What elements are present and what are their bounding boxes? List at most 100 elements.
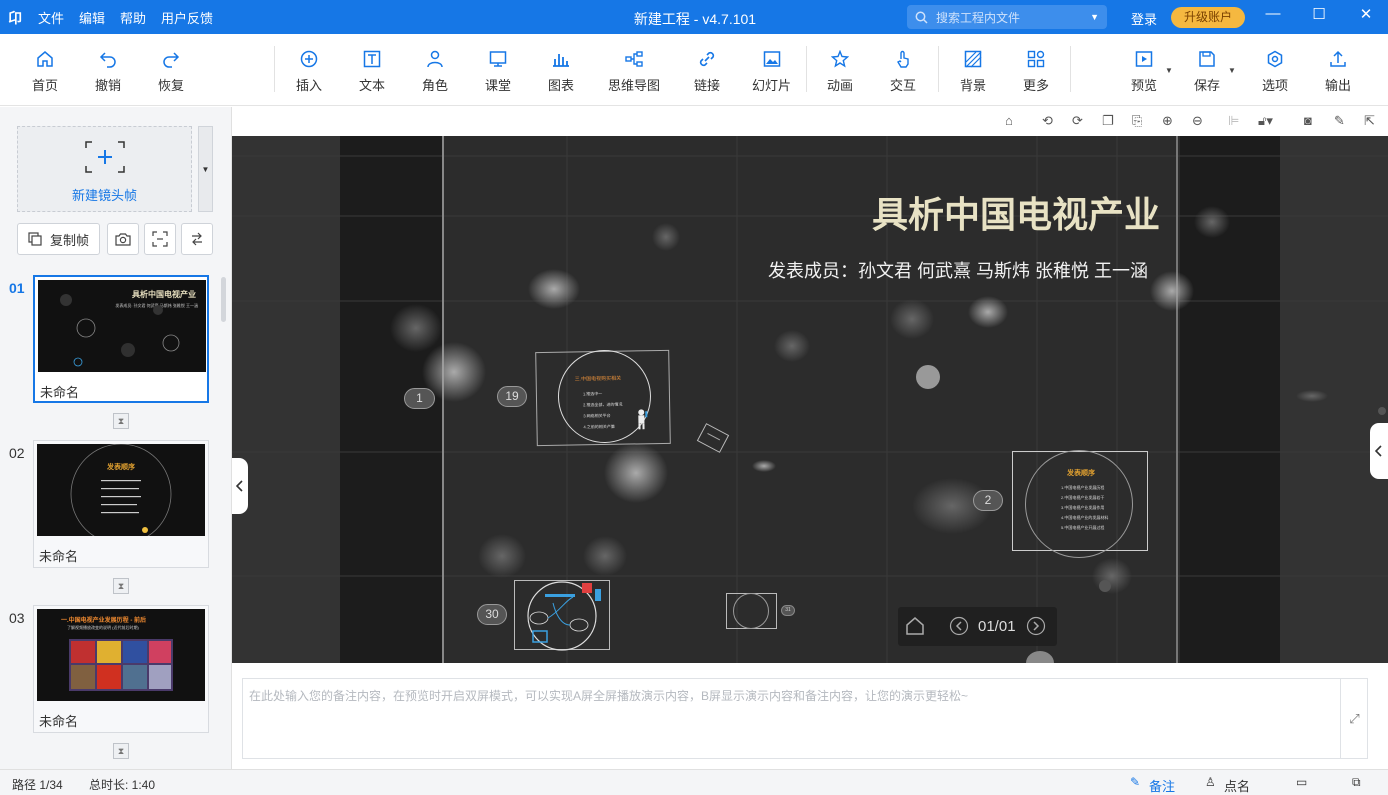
link-button[interactable]: 链接 xyxy=(694,48,720,98)
frame-card[interactable]: 发表顺序 未命名 xyxy=(33,440,209,568)
login-link[interactable]: 登录 xyxy=(1131,9,1157,28)
new-frame-dropdown-icon[interactable]: ▼ xyxy=(198,126,213,212)
title-bar: 卬 文件 编辑 帮助 用户反馈 新建工程 - v4.7.101 搜索工程内文件 … xyxy=(0,0,1388,34)
frame-link-icon[interactable]: ⧗ xyxy=(113,578,129,594)
search-box[interactable]: 搜索工程内文件 ▼ xyxy=(907,5,1107,29)
lock-icon[interactable]: 🔓︎▾ xyxy=(1258,113,1273,129)
screen-icon[interactable]: ▭ xyxy=(1296,775,1307,789)
frame-card-selected[interactable]: 具析中国电视产业 发表成员: 孙文君 何武熹 马斯炜 张稚悦 王一涵 未命名 xyxy=(33,275,209,403)
mindmap-label: 思维导图 xyxy=(608,78,661,93)
notes-input[interactable]: 在此处输入您的备注内容，在预览时开启双屏模式，可以实现A屏全屏播放演示内容，B屏… xyxy=(242,678,1368,759)
menu-help[interactable]: 帮助 xyxy=(120,8,146,27)
slides-button[interactable]: 幻灯片 xyxy=(752,48,791,98)
expand-notes-icon[interactable]: ⤢ xyxy=(1340,678,1368,759)
menu-edit[interactable]: 编辑 xyxy=(79,8,105,27)
app-logo: 卬 xyxy=(8,10,22,26)
path-badge[interactable]: 2 xyxy=(973,490,1003,511)
search-input[interactable]: 搜索工程内文件 xyxy=(936,9,1090,26)
rotate-right-icon[interactable]: ⟳ xyxy=(1072,113,1083,129)
undo-button[interactable]: 撤销 xyxy=(95,48,121,98)
path-badge[interactable]: 1 xyxy=(404,388,435,409)
paste-icon[interactable]: ⎘ xyxy=(1132,113,1142,129)
edit-frame-icon[interactable]: ✎ xyxy=(1334,113,1345,129)
transition-button[interactable] xyxy=(181,223,213,255)
preview-dropdown-icon[interactable]: ▼ xyxy=(1165,66,1173,75)
frame-link-icon[interactable]: ⧗ xyxy=(113,743,129,759)
redo-button[interactable]: 恢复 xyxy=(158,48,184,98)
insert-button[interactable]: 插入 xyxy=(296,48,322,98)
fit-frame-button[interactable] xyxy=(144,223,176,255)
roll-call-icon[interactable]: ♙ xyxy=(1205,775,1216,789)
zoom-in-icon[interactable]: ⊕ xyxy=(1162,113,1173,129)
close-icon[interactable]: ✕ xyxy=(1354,5,1378,23)
frame-name: 未命名 xyxy=(39,549,79,564)
mindmap-button[interactable]: 思维导图 xyxy=(608,48,660,98)
thumb-shapes xyxy=(60,294,180,367)
save-dropdown-icon[interactable]: ▼ xyxy=(1228,66,1236,75)
upgrade-button[interactable]: 升级账户 xyxy=(1171,7,1245,28)
canvas-title[interactable]: 具析中国电视产业 xyxy=(832,186,1160,238)
search-dropdown-icon[interactable]: ▼ xyxy=(1090,12,1099,22)
canvas-frame[interactable] xyxy=(726,593,777,629)
canvas-members[interactable]: 发表成员：孙文君 何武熹 马斯炜 张稚悦 王一涵 xyxy=(712,257,1148,283)
expand-right-panel-button[interactable] xyxy=(1370,423,1388,479)
frame-thumbnail: 发表顺序 xyxy=(37,444,205,536)
frame-title: 发表顺序 xyxy=(1067,470,1095,477)
path-badge[interactable]: 30 xyxy=(477,604,507,625)
canvas-frame[interactable]: 发表顺序 1.中国电视产业发展历程 2.中国电视产业发展若干 3.中国电视产业发展作… xyxy=(1012,450,1148,558)
classroom-button[interactable]: 课堂 xyxy=(485,48,511,98)
menu-file[interactable]: 文件 xyxy=(38,8,64,27)
frame-card[interactable]: 一.中国电视产业发展历程 - 前后 了解视频播放改变的说明 (近代前后时期) 未… xyxy=(33,605,209,733)
menu-feedback[interactable]: 用户反馈 xyxy=(161,8,213,27)
new-frame-button[interactable]: 新建镜头帧 xyxy=(17,126,192,212)
presentation-canvas[interactable]: 具析中国电视产业 发表成员：孙文君 何武熹 马斯炜 张稚悦 王一涵 1 19 2… xyxy=(232,136,1388,663)
frame-thumbnail: 具析中国电视产业 发表成员: 孙文君 何武熹 马斯炜 张稚悦 王一涵 xyxy=(38,280,206,372)
minimize-icon[interactable]: — xyxy=(1261,5,1285,22)
options-button[interactable]: 选项 xyxy=(1262,48,1288,98)
prev-step-icon[interactable] xyxy=(949,616,969,636)
character-button[interactable]: 角色 xyxy=(422,48,448,98)
canvas-frame[interactable]: 三.中国电视购买相关 1.推选中一 2.推选全部，进的情况 3.网络相关平台 4.之前… xyxy=(535,349,671,447)
align-icon[interactable]: ⊫ xyxy=(1228,113,1239,129)
snapshot-button[interactable] xyxy=(107,223,139,255)
home-view-icon[interactable]: ⌂ xyxy=(1005,113,1013,128)
path-badge[interactable]: 19 xyxy=(497,386,527,407)
image-icon xyxy=(761,48,783,70)
frame-link-icon[interactable]: ⧗ xyxy=(113,413,129,429)
window-title: 新建工程 - v4.7.101 xyxy=(633,11,757,27)
preview-button[interactable]: 预览 xyxy=(1131,48,1157,98)
collapse-left-panel-button[interactable] xyxy=(232,458,248,514)
camera-icon xyxy=(115,233,131,246)
thumb-title: 发表顺序 xyxy=(107,464,135,471)
animation-button[interactable]: 动画 xyxy=(827,48,853,98)
background-button[interactable]: 背景 xyxy=(960,48,986,98)
canvas-frame[interactable] xyxy=(514,580,610,651)
interaction-button[interactable]: 交互 xyxy=(890,48,916,98)
notes-toggle[interactable]: 备注 xyxy=(1149,776,1175,795)
pager-bar: 01/01 xyxy=(898,607,1057,646)
copy-frame-button[interactable]: 复制帧 xyxy=(17,223,100,255)
save-button[interactable]: 保存 xyxy=(1194,48,1220,98)
next-step-icon[interactable] xyxy=(1026,616,1046,636)
window-icon[interactable]: ⧉ xyxy=(1352,775,1361,790)
rotate-left-icon[interactable]: ⟲ xyxy=(1042,113,1053,129)
frame-list-scrollbar[interactable] xyxy=(221,277,226,322)
frame-number: 02 xyxy=(9,445,25,461)
canvas-area: ⌂ ⟲ ⟳ ❐ ⎘ ⊕ ⊖ ⊫ 🔓︎▾ ◙ ✎ ⇱ 具析中国电视产业 发表成员：… xyxy=(232,107,1388,769)
zoom-out-icon[interactable]: ⊖ xyxy=(1192,113,1203,129)
export-button[interactable]: 输出 xyxy=(1325,48,1351,98)
home-view-icon[interactable] xyxy=(905,616,925,636)
text-button[interactable]: 文本 xyxy=(359,48,385,98)
canvas-export-icon[interactable]: ⇱ xyxy=(1364,113,1375,129)
camera-icon[interactable]: ◙ xyxy=(1304,113,1312,128)
notes-toggle-icon[interactable]: ✎ xyxy=(1130,775,1140,789)
roll-call-button[interactable]: 点名 xyxy=(1224,776,1250,795)
frame-title: 三.中国电视购买相关 xyxy=(574,375,622,383)
home-button[interactable]: 首页 xyxy=(32,48,58,98)
more-button[interactable]: 更多 xyxy=(1023,48,1049,98)
duplicate-icon[interactable]: ❐ xyxy=(1102,113,1114,129)
thumb-shapes xyxy=(70,444,172,536)
path-badge[interactable]: 31 xyxy=(781,605,795,616)
maximize-icon[interactable]: ☐ xyxy=(1307,5,1331,23)
chart-button[interactable]: 图表 xyxy=(548,48,574,98)
